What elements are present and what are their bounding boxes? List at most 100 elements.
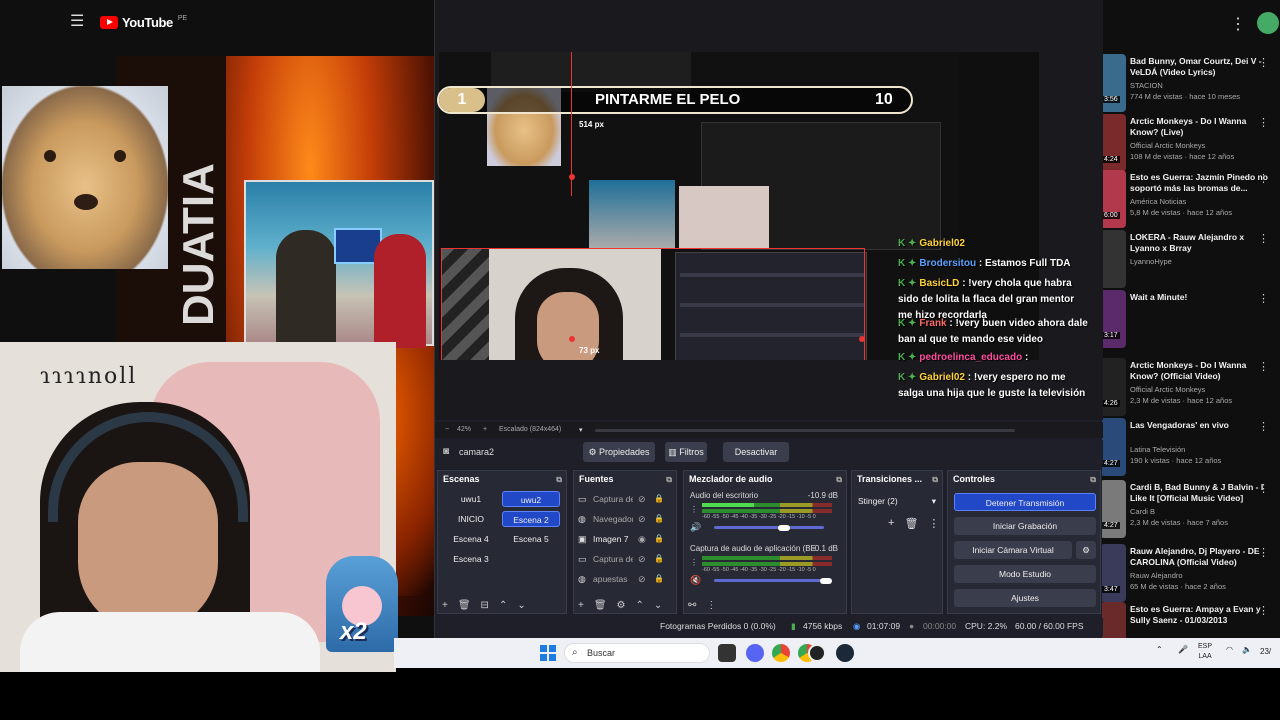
video-thumbnail[interactable] bbox=[1100, 358, 1126, 416]
avatar[interactable] bbox=[1257, 12, 1279, 34]
menu-icon[interactable]: ⋮ bbox=[706, 600, 716, 611]
video-thumbnail[interactable] bbox=[1100, 54, 1126, 112]
video-title[interactable]: Esto es Guerra: Jazmín Pinedo no soportó… bbox=[1130, 172, 1270, 194]
file-explorer-icon[interactable] bbox=[718, 644, 736, 662]
video-thumbnail[interactable] bbox=[1100, 170, 1126, 228]
channel-menu-icon[interactable]: ⋮ bbox=[690, 558, 698, 567]
volume-slider[interactable] bbox=[714, 526, 824, 529]
source-item[interactable]: ◍ Navegador ⊘ 🔒 bbox=[578, 511, 664, 527]
taskbar-search[interactable]: ⌕ Buscar bbox=[564, 643, 710, 663]
trash-icon[interactable]: 🗑 bbox=[594, 600, 607, 611]
trash-icon[interactable]: 🗑 bbox=[458, 600, 471, 611]
video-title[interactable]: Las Vengadoras' en vivo bbox=[1130, 420, 1270, 431]
channel-name[interactable]: Latina Televisión bbox=[1130, 444, 1270, 455]
windows-start-icon[interactable] bbox=[540, 645, 556, 661]
source-item[interactable]: ▭ Captura de juego ⊘ 🔒 bbox=[578, 551, 664, 567]
dropdown-arrow-icon[interactable]: ▾ bbox=[579, 426, 583, 434]
source-item[interactable]: ▣ Imagen 7 ◉ 🔒 bbox=[578, 531, 664, 547]
channel-name[interactable]: LyannoHype bbox=[1130, 256, 1270, 267]
more-options-icon[interactable]: ⋮ bbox=[1258, 360, 1269, 373]
video-title[interactable]: Arctic Monkeys - Do I Wanna Know? (Live) bbox=[1130, 116, 1270, 138]
eye-icon[interactable]: ◉ bbox=[638, 531, 646, 547]
wifi-icon[interactable]: ◠ bbox=[1226, 645, 1233, 654]
add-icon[interactable]: + bbox=[442, 600, 448, 611]
stop-stream-button[interactable]: Detener Transmisión bbox=[954, 493, 1096, 511]
lock-icon[interactable]: 🔒 bbox=[654, 531, 664, 547]
deactivate-button[interactable]: Desactivar bbox=[723, 442, 789, 462]
chrome-icon[interactable] bbox=[772, 644, 790, 662]
channel-name[interactable]: Cardi B bbox=[1130, 506, 1270, 517]
zoom-out-icon[interactable]: − bbox=[445, 426, 449, 433]
scene-item[interactable]: Escena 4 bbox=[442, 531, 500, 547]
resize-handle[interactable] bbox=[569, 174, 575, 180]
volume-icon[interactable]: 🔈 bbox=[1242, 645, 1252, 654]
steam-icon[interactable] bbox=[836, 644, 854, 662]
scene-item[interactable]: uwu2 bbox=[502, 491, 560, 507]
scene-item[interactable]: Escena 2 bbox=[502, 511, 560, 527]
add-icon[interactable]: + bbox=[888, 517, 894, 530]
source-item[interactable]: ◍ apuestas ⊘ 🔒 bbox=[578, 571, 664, 587]
resize-handle[interactable] bbox=[859, 336, 865, 342]
channel-name[interactable]: Rauw Alejandro bbox=[1130, 570, 1270, 581]
undock-icon[interactable]: ⧉ bbox=[1090, 472, 1096, 488]
more-options-icon[interactable]: ⋮ bbox=[1258, 546, 1269, 559]
resize-handle[interactable] bbox=[569, 336, 575, 342]
video-title[interactable]: Wait a Minute! bbox=[1130, 292, 1270, 303]
channel-name[interactable]: STACION bbox=[1130, 80, 1270, 91]
eye-off-icon[interactable]: ⊘ bbox=[638, 511, 646, 527]
video-title[interactable]: Arctic Monkeys - Do I Wanna Know? (Offic… bbox=[1130, 360, 1270, 382]
youtube-logo[interactable]: YouTube PE bbox=[100, 15, 187, 30]
filters-button[interactable]: ▥ Filtros bbox=[665, 442, 707, 462]
channel-menu-icon[interactable]: ⋮ bbox=[690, 505, 698, 514]
more-options-icon[interactable]: ⋮ bbox=[1258, 420, 1269, 433]
undock-icon[interactable]: ⧉ bbox=[932, 472, 938, 488]
source-item[interactable]: ▭ Captura de pantalla ⊘ 🔒 bbox=[578, 491, 664, 507]
scene-item[interactable]: Escena 3 bbox=[442, 551, 500, 567]
chevron-up-icon[interactable]: ⌃ bbox=[1156, 645, 1163, 654]
gear-icon[interactable]: ⚙ bbox=[1076, 541, 1096, 559]
lock-icon[interactable]: 🔒 bbox=[654, 551, 664, 567]
settings-button[interactable]: Ajustes bbox=[954, 589, 1096, 607]
start-recording-button[interactable]: Iniciar Grabación bbox=[954, 517, 1096, 535]
hamburger-menu-icon[interactable]: ☰ bbox=[70, 14, 86, 30]
filter-icon[interactable]: ⊟ bbox=[481, 600, 489, 611]
undock-icon[interactable]: ⧉ bbox=[666, 472, 672, 488]
microphone-icon[interactable]: 🎤 bbox=[1178, 645, 1188, 654]
video-thumbnail[interactable] bbox=[1100, 544, 1126, 602]
video-title[interactable]: Bad Bunny, Omar Courtz, Dei V - VeLDÁ (V… bbox=[1130, 56, 1270, 78]
eye-off-icon[interactable]: ⊘ bbox=[638, 571, 646, 587]
more-options-icon[interactable]: ⋮ bbox=[1230, 14, 1246, 34]
eye-off-icon[interactable]: ⊘ bbox=[638, 491, 646, 507]
zoom-in-icon[interactable]: + bbox=[483, 426, 487, 433]
discord-icon[interactable] bbox=[746, 644, 764, 662]
lock-icon[interactable]: 🔒 bbox=[654, 491, 664, 507]
speaker-muted-icon[interactable]: 🔇 bbox=[690, 575, 701, 586]
video-title[interactable]: LOKERA - Rauw Alejandro x Lyanno x Brray bbox=[1130, 232, 1270, 254]
language-indicator[interactable]: ESP LAA bbox=[1198, 642, 1212, 662]
video-thumbnail[interactable] bbox=[1100, 480, 1126, 538]
video-title[interactable]: Esto es Guerra: Ampay a Evan y Sully Sae… bbox=[1130, 604, 1270, 626]
scene-item[interactable]: Escena 5 bbox=[502, 531, 560, 547]
add-icon[interactable]: + bbox=[578, 600, 584, 611]
undock-icon[interactable]: ⧉ bbox=[836, 472, 842, 488]
menu-icon[interactable]: ⋮ bbox=[928, 517, 939, 530]
speaker-icon[interactable]: 🔊 bbox=[690, 522, 701, 533]
video-title[interactable]: Rauw Alejandro, Dj Playero - DE CAROLINA… bbox=[1130, 546, 1270, 568]
trash-icon[interactable]: 🗑 bbox=[904, 517, 918, 530]
scene-item[interactable]: INICIO bbox=[442, 511, 500, 527]
transition-select[interactable]: Stinger (2) ▾ bbox=[858, 493, 938, 509]
eye-off-icon[interactable]: ⊘ bbox=[638, 551, 646, 567]
horizontal-scrollbar[interactable] bbox=[595, 429, 1015, 432]
more-options-icon[interactable]: ⋮ bbox=[1258, 172, 1269, 185]
video-thumbnail[interactable] bbox=[1100, 418, 1126, 476]
video-title[interactable]: Cardi B, Bad Bunny & J Balvin - I Like I… bbox=[1130, 482, 1270, 504]
more-options-icon[interactable]: ⋮ bbox=[1258, 56, 1269, 69]
channel-name[interactable]: Official Arctic Monkeys bbox=[1130, 384, 1270, 395]
more-options-icon[interactable]: ⋮ bbox=[1258, 232, 1269, 245]
up-icon[interactable]: ⌃ bbox=[499, 600, 507, 611]
gear-icon[interactable]: ⚙ bbox=[617, 600, 626, 611]
undock-icon[interactable]: ⧉ bbox=[556, 472, 562, 488]
video-thumbnail[interactable] bbox=[1100, 114, 1126, 172]
volume-slider-knob[interactable] bbox=[778, 525, 790, 531]
lock-icon[interactable]: 🔒 bbox=[654, 511, 664, 527]
